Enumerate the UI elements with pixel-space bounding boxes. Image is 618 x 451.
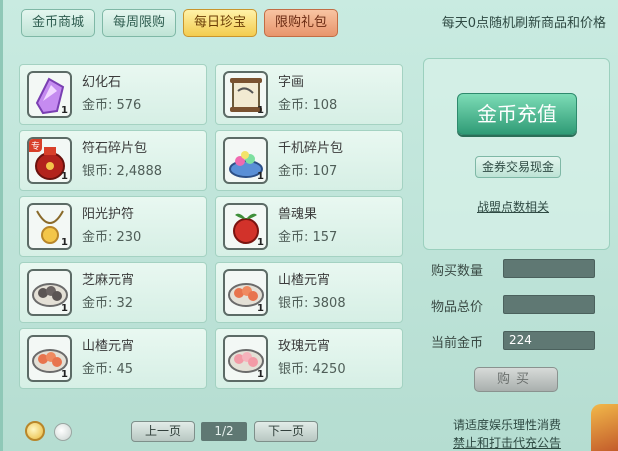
- item-name: 玫瑰元宵: [278, 339, 331, 354]
- shop-item[interactable]: 专 1 符石碎片包 银币: 2,4888: [19, 130, 207, 191]
- item-slot: 1: [27, 335, 72, 382]
- item-price: 银币: 3808: [278, 296, 346, 311]
- recharge-panel: 金币充值 金券交易现金 战盟点数相关: [423, 58, 610, 250]
- item-slot: 1: [223, 71, 268, 118]
- item-price: 金币: 157: [278, 230, 338, 245]
- item-price: 金币: 108: [278, 98, 338, 113]
- item-slot: 1: [223, 137, 268, 184]
- page-indicator: 1/2: [201, 422, 247, 441]
- item-slot: 专 1: [27, 137, 72, 184]
- item-name: 阳光护符: [82, 207, 135, 222]
- item-quantity: 1: [61, 237, 68, 248]
- item-slot: 1: [223, 335, 268, 382]
- item-quantity: 1: [61, 105, 68, 116]
- quantity-field[interactable]: [503, 259, 595, 278]
- item-price: 金币: 45: [82, 362, 134, 377]
- item-price: 金币: 576: [82, 98, 142, 113]
- item-slot: 1: [27, 269, 72, 316]
- current-gold-field: 224: [503, 331, 595, 350]
- item-price: 金币: 230: [82, 230, 142, 245]
- anti-proxy-recharge-link[interactable]: 禁止和打击代充公告: [453, 434, 561, 451]
- item-exclusive-tag: 专: [29, 139, 43, 152]
- item-name: 字画: [278, 75, 305, 90]
- tab-bar: 金币商城 每周限购 每日珍宝 限购礼包: [21, 9, 339, 37]
- shop-item[interactable]: 1 幻化石 金币: 576: [19, 64, 207, 125]
- item-price: 金币: 32: [82, 296, 134, 311]
- item-slot: 1: [27, 203, 72, 250]
- item-price: 银币: 4250: [278, 362, 346, 377]
- item-name: 符石碎片包: [82, 141, 148, 156]
- shop-item[interactable]: 1 千机碎片包 金币: 107: [215, 130, 403, 191]
- shop-window: 金币商城 每周限购 每日珍宝 限购礼包 每天0点随机刷新商品和价格 1 幻化石 …: [0, 0, 618, 451]
- shop-item[interactable]: 1 芝麻元宵 金币: 32: [19, 262, 207, 323]
- item-price: 金币: 107: [278, 164, 338, 179]
- item-quantity: 1: [257, 105, 264, 116]
- alliance-points-link[interactable]: 战盟点数相关: [477, 198, 549, 215]
- shop-item[interactable]: 1 兽魂果 金币: 157: [215, 196, 403, 257]
- tab-gold-mall[interactable]: 金币商城: [21, 9, 96, 37]
- shop-item[interactable]: 1 阳光护符 金币: 230: [19, 196, 207, 257]
- item-quantity: 1: [257, 369, 264, 380]
- moderate-spending-notice: 请适度娱乐理性消费: [453, 418, 562, 432]
- item-name: 芝麻元宵: [82, 273, 135, 288]
- item-name: 山楂元宵: [278, 273, 331, 288]
- shop-item[interactable]: 1 字画 金币: 108: [215, 64, 403, 125]
- item-name: 幻化石: [82, 75, 122, 90]
- item-quantity: 1: [257, 237, 264, 248]
- item-quantity: 1: [61, 303, 68, 314]
- item-quantity: 1: [257, 303, 264, 314]
- current-gold-label: 当前金币: [431, 336, 484, 351]
- item-name: 山楂元宵: [82, 339, 135, 354]
- item-quantity: 1: [61, 369, 68, 380]
- item-quantity: 1: [257, 171, 264, 182]
- prev-page-button[interactable]: 上一页: [131, 421, 195, 442]
- next-page-button[interactable]: 下一页: [254, 421, 318, 442]
- shop-item[interactable]: 1 山楂元宵 银币: 3808: [215, 262, 403, 323]
- voucher-exchange-button[interactable]: 金券交易现金: [475, 156, 561, 178]
- tab-limited-gift[interactable]: 限购礼包: [264, 9, 339, 37]
- tab-daily-treasure[interactable]: 每日珍宝: [183, 9, 258, 37]
- item-quantity: 1: [61, 171, 68, 182]
- item-slot: 1: [223, 203, 268, 250]
- quantity-label: 购买数量: [431, 264, 484, 279]
- magnifier-icon[interactable]: [25, 421, 45, 441]
- item-slot: 1: [223, 269, 268, 316]
- item-price: 银币: 2,4888: [82, 164, 162, 179]
- tab-weekly-limited[interactable]: 每周限购: [102, 9, 177, 37]
- toggle-dot-icon[interactable]: [54, 423, 72, 441]
- total-price-label: 物品总价: [431, 300, 484, 315]
- item-slot: 1: [27, 71, 72, 118]
- item-name: 兽魂果: [278, 207, 318, 222]
- item-name: 千机碎片包: [278, 141, 344, 156]
- total-price-field: [503, 295, 595, 314]
- shop-item[interactable]: 1 玫瑰元宵 银币: 4250: [215, 328, 403, 389]
- gold-recharge-button[interactable]: 金币充值: [457, 93, 577, 135]
- shop-item[interactable]: 1 山楂元宵 金币: 45: [19, 328, 207, 389]
- mascot-icon: [591, 404, 618, 451]
- refresh-notice: 每天0点随机刷新商品和价格: [441, 16, 606, 31]
- buy-button[interactable]: 购买: [474, 367, 558, 392]
